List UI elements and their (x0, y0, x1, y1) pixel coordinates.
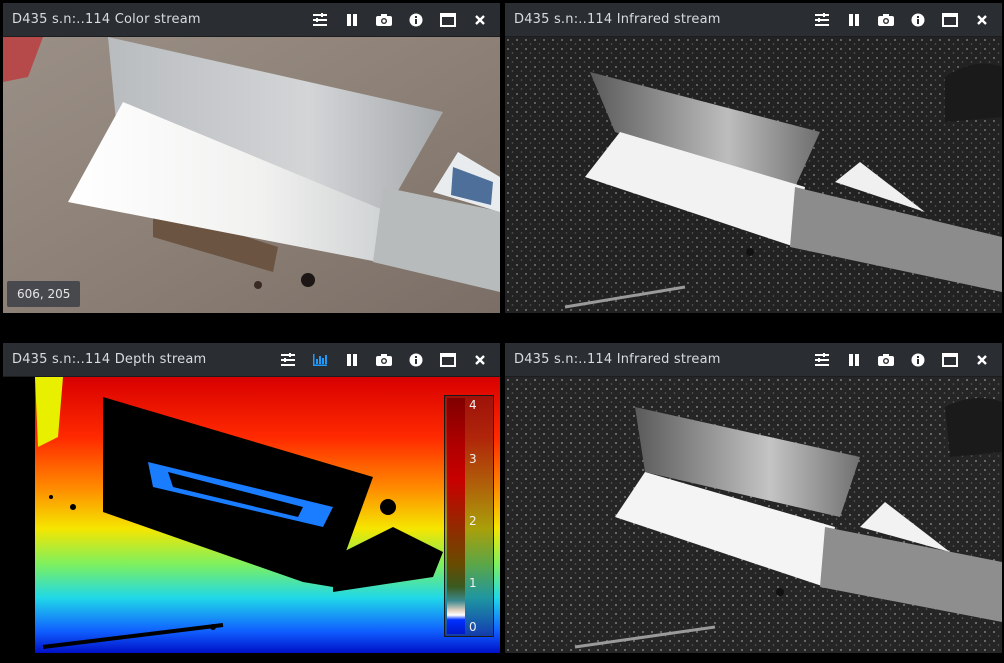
camera-icon[interactable] (876, 10, 896, 30)
color-stream-panel: D435 s.n:..114 Color stream 606, 205 (3, 3, 500, 313)
options-icon[interactable] (310, 10, 330, 30)
panel-title: D435 s.n:..114 Color stream (12, 12, 201, 27)
infrared-image (505, 377, 1002, 653)
infrared-stream-panel-1: D435 s.n:..114 Infrared stream (505, 3, 1002, 313)
panel-toolbar (278, 343, 490, 377)
close-icon[interactable] (470, 10, 490, 30)
panel-title: D435 s.n:..114 Depth stream (12, 352, 207, 367)
pause-icon[interactable] (342, 10, 362, 30)
infrared-stream-view[interactable] (505, 37, 1002, 313)
pause-icon[interactable] (844, 10, 864, 30)
info-icon[interactable] (908, 10, 928, 30)
panel-title: D435 s.n:..114 Infrared stream (514, 352, 721, 367)
depth-stream-panel: D435 s.n:..114 Depth stream 4 3 2 1 0 (3, 343, 500, 653)
panel-toolbar (310, 3, 490, 37)
info-icon[interactable] (406, 10, 426, 30)
maximize-icon[interactable] (438, 10, 458, 30)
options-icon[interactable] (812, 350, 832, 370)
panel-titlebar: D435 s.n:..114 Infrared stream (505, 3, 1002, 37)
options-icon[interactable] (812, 10, 832, 30)
pause-icon[interactable] (844, 350, 864, 370)
color-stream-view[interactable]: 606, 205 (3, 37, 500, 313)
depth-colorbar: 4 3 2 1 0 (444, 395, 494, 637)
color-image (3, 37, 500, 313)
maximize-icon[interactable] (438, 350, 458, 370)
close-icon[interactable] (972, 350, 992, 370)
colorbar-label: 1 (469, 576, 477, 590)
panel-toolbar (812, 343, 992, 377)
close-icon[interactable] (470, 350, 490, 370)
panel-titlebar: D435 s.n:..114 Color stream (3, 3, 500, 37)
infrared-image (505, 37, 1002, 313)
maximize-icon[interactable] (940, 350, 960, 370)
panel-toolbar (812, 3, 992, 37)
histogram-icon[interactable] (310, 350, 330, 370)
depth-image (3, 377, 500, 653)
close-icon[interactable] (972, 10, 992, 30)
camera-icon[interactable] (374, 10, 394, 30)
panel-title: D435 s.n:..114 Infrared stream (514, 12, 721, 27)
colorbar-label: 0 (469, 620, 477, 634)
colorbar-label: 3 (469, 452, 477, 466)
panel-titlebar: D435 s.n:..114 Infrared stream (505, 343, 1002, 377)
maximize-icon[interactable] (940, 10, 960, 30)
options-icon[interactable] (278, 350, 298, 370)
panel-titlebar: D435 s.n:..114 Depth stream (3, 343, 500, 377)
colorbar-label: 2 (469, 514, 477, 528)
info-icon[interactable] (406, 350, 426, 370)
camera-icon[interactable] (374, 350, 394, 370)
pause-icon[interactable] (342, 350, 362, 370)
depth-stream-view[interactable]: 4 3 2 1 0 (3, 377, 500, 653)
info-icon[interactable] (908, 350, 928, 370)
colorbar-label: 4 (469, 398, 477, 412)
pixel-coordinates-readout: 606, 205 (7, 281, 81, 307)
infrared-stream-panel-2: D435 s.n:..114 Infrared stream (505, 343, 1002, 653)
camera-icon[interactable] (876, 350, 896, 370)
colorbar-gradient (447, 398, 465, 634)
infrared-stream-view[interactable] (505, 377, 1002, 653)
